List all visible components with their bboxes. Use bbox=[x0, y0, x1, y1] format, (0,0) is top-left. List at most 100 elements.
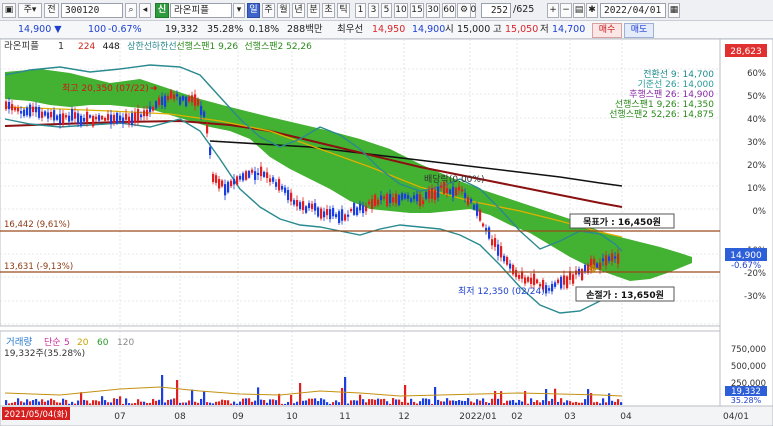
volume-bar bbox=[272, 399, 275, 405]
volume-bar bbox=[332, 402, 335, 405]
candle-body bbox=[605, 255, 608, 266]
minute-button[interactable]: 3 bbox=[368, 3, 379, 18]
stock-name-field[interactable]: 라온피플 bbox=[170, 3, 232, 18]
candle-body bbox=[167, 95, 170, 100]
volume-bar bbox=[128, 403, 131, 405]
save-icon[interactable]: ▤ bbox=[573, 3, 585, 18]
chevron-down-icon[interactable]: ▾ bbox=[233, 3, 245, 18]
volume-bar bbox=[449, 400, 452, 405]
volume-bar bbox=[26, 399, 29, 405]
minute-button[interactable]: 15 bbox=[410, 3, 424, 18]
volume-bar bbox=[179, 402, 182, 405]
candle-body bbox=[257, 172, 260, 175]
minute-button[interactable]: 30 bbox=[426, 3, 440, 18]
count-input[interactable]: 252 bbox=[481, 3, 511, 18]
candle-body bbox=[83, 118, 86, 122]
volume-bar bbox=[287, 401, 290, 405]
volume-bar bbox=[446, 398, 449, 405]
volume-bar bbox=[347, 403, 350, 405]
candle-body bbox=[14, 107, 17, 111]
candle-body bbox=[449, 189, 452, 194]
volume-bar bbox=[284, 403, 287, 405]
candle-body bbox=[419, 194, 422, 206]
prev-stock-icon[interactable]: ◂ bbox=[139, 3, 151, 18]
lock-icon[interactable]: ▣ bbox=[2, 3, 16, 18]
settings-icon[interactable]: ✱ bbox=[586, 3, 598, 18]
volume-bar bbox=[413, 401, 416, 405]
low-line-label: 13,631 (-9,13%) bbox=[4, 262, 73, 272]
candle-body bbox=[170, 90, 173, 99]
minute-button[interactable]: 60 bbox=[442, 3, 456, 18]
volume-bar bbox=[551, 398, 554, 405]
candle-body bbox=[446, 188, 449, 193]
period-button[interactable]: 분 bbox=[307, 3, 320, 18]
volume-bar bbox=[83, 399, 86, 405]
candle-body bbox=[152, 107, 155, 111]
volume-bar bbox=[509, 400, 512, 405]
volume-bar bbox=[584, 399, 587, 405]
period-button[interactable]: 년 bbox=[292, 3, 305, 18]
buy-button[interactable]: 매수 bbox=[592, 23, 622, 38]
candle-body bbox=[56, 115, 59, 120]
volume-bar bbox=[353, 400, 356, 405]
minute-button[interactable]: 5 bbox=[381, 3, 392, 18]
candle-body bbox=[470, 199, 473, 203]
sell-button[interactable]: 매도 bbox=[624, 23, 654, 38]
volume-bar bbox=[434, 387, 437, 405]
candle-body bbox=[155, 101, 158, 109]
exchange-label: 전 bbox=[47, 5, 56, 15]
minute-button[interactable]: 10 bbox=[394, 3, 408, 18]
candle-body bbox=[461, 189, 464, 192]
best-bid: 14,900 bbox=[412, 24, 446, 35]
candle-body bbox=[221, 180, 224, 187]
gear-icon[interactable]: ⚙ bbox=[457, 3, 471, 18]
volume-value-label: 19,332주(35.28%) bbox=[4, 348, 85, 359]
period-button[interactable]: 일 bbox=[247, 3, 260, 18]
date-input[interactable]: 2022/04/01 bbox=[600, 3, 666, 18]
search-icon[interactable]: ⌕ bbox=[125, 3, 137, 18]
volume-bar bbox=[410, 398, 413, 405]
volume-bar bbox=[443, 401, 446, 405]
candle-body bbox=[299, 202, 302, 210]
volume-bar bbox=[545, 389, 548, 405]
volume-bar bbox=[230, 403, 233, 405]
dividend-annotation: 배당락(0.00%) bbox=[424, 173, 484, 185]
candle-body bbox=[71, 108, 74, 121]
ma-legend-item: 224 bbox=[78, 42, 95, 52]
candle-body bbox=[38, 107, 41, 118]
zoom-in-icon[interactable]: + bbox=[547, 3, 559, 18]
period-button[interactable]: 주 bbox=[262, 3, 275, 18]
minute-button[interactable]: 1 bbox=[355, 3, 366, 18]
zoom-out-icon[interactable]: − bbox=[560, 3, 572, 18]
calendar-icon[interactable]: ▦ bbox=[668, 3, 680, 18]
chart-area[interactable]: 60%50%40%30%20%10%0%-10%-20%-30% 28,623 … bbox=[0, 38, 773, 426]
high-label: 고 bbox=[493, 24, 502, 35]
volume-bar bbox=[566, 400, 569, 405]
volume-bar bbox=[56, 402, 59, 405]
stock-code-input[interactable]: 300120 bbox=[61, 3, 123, 18]
candle-body bbox=[305, 206, 308, 213]
volume-bar bbox=[62, 398, 65, 405]
volume-bar bbox=[80, 392, 83, 405]
volume-bar bbox=[71, 401, 74, 405]
candle-body bbox=[296, 200, 299, 207]
stock-chart-svg[interactable]: 60%50%40%30%20%10%0%-10%-20%-30% 28,623 … bbox=[0, 38, 773, 426]
volume-bar bbox=[377, 398, 380, 405]
period-button[interactable]: 초 bbox=[322, 3, 335, 18]
candle-body bbox=[164, 95, 167, 107]
candle-body bbox=[131, 113, 134, 125]
candle-body bbox=[467, 197, 470, 205]
volume-bar bbox=[53, 400, 56, 405]
candle-body bbox=[23, 109, 26, 117]
period-button[interactable]: 틱 bbox=[337, 3, 350, 18]
candle-body bbox=[188, 96, 191, 102]
market-dropdown[interactable]: 주▾ bbox=[18, 3, 42, 18]
volume-bar bbox=[392, 398, 395, 405]
exchange-dropdown[interactable]: 전 bbox=[44, 3, 59, 18]
high-line-label: 16,442 (9,61%) bbox=[4, 220, 70, 230]
period-button[interactable]: 월 bbox=[277, 3, 290, 18]
ma-legend-item: 상한선 bbox=[127, 41, 152, 52]
volume-bar bbox=[116, 398, 119, 405]
volume-bar bbox=[65, 399, 68, 405]
candle-body bbox=[599, 262, 602, 270]
